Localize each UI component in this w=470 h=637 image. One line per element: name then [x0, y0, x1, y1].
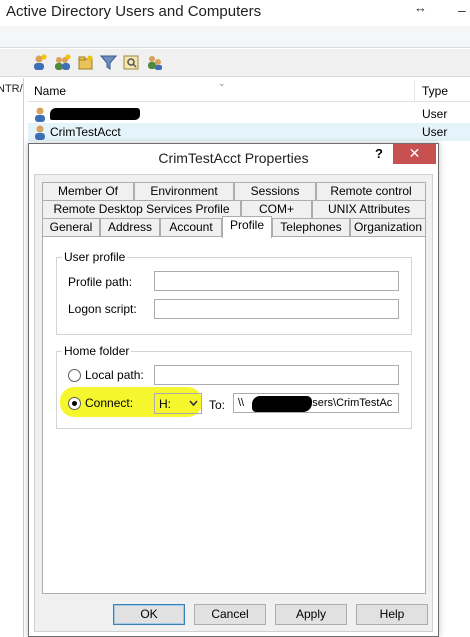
tab-address[interactable]: Address [100, 218, 160, 236]
radio-selected-dot [72, 401, 77, 406]
sort-caret-icon: ⌄ [218, 78, 226, 88]
new-ou-icon[interactable] [77, 54, 94, 71]
local-path-input[interactable] [154, 365, 399, 385]
tab-unix-attributes[interactable]: UNIX Attributes [312, 200, 426, 218]
redaction-mark [252, 396, 312, 412]
help-icon[interactable]: ? [371, 146, 387, 164]
logon-script-label: Logon script: [68, 302, 137, 316]
list-item-type: User [422, 125, 448, 139]
tab-sessions[interactable]: Sessions [234, 182, 316, 200]
column-header-type[interactable]: Type [422, 84, 448, 98]
list-item-name: CrimTestAcct [50, 125, 121, 139]
delegate-control-icon[interactable] [146, 54, 163, 71]
list-item-type: User [422, 107, 448, 121]
tab-account[interactable]: Account [160, 218, 222, 236]
tab-general[interactable]: General [42, 218, 100, 236]
drive-select[interactable]: H: [154, 393, 202, 414]
to-label: To: [209, 398, 226, 412]
new-user-icon[interactable] [31, 54, 48, 71]
logon-script-input[interactable] [154, 299, 399, 319]
close-button[interactable]: ✕ [393, 144, 436, 164]
apply-button[interactable]: Apply [275, 604, 347, 625]
connect-label: Connect: [85, 396, 134, 410]
path-suffix: users\CrimTestAc [306, 397, 393, 409]
cancel-button[interactable]: Cancel [194, 604, 266, 625]
tab-profile[interactable]: Profile [222, 216, 272, 238]
home-folder-legend: Home folder [62, 344, 132, 358]
path-prefix: \\ [238, 397, 245, 409]
toolbar [0, 49, 470, 77]
tab-remote-control[interactable]: Remote control [316, 182, 426, 200]
menu-bar [0, 26, 470, 48]
user-profile-legend: User profile [62, 250, 128, 264]
profile-path-label: Profile path: [68, 275, 133, 289]
ok-button[interactable]: OK [113, 604, 185, 625]
help-button[interactable]: Help [356, 604, 428, 625]
user-icon [35, 125, 45, 140]
resize-icon[interactable]: ↔ [414, 0, 427, 15]
list-header: ⌄ Name Type [28, 78, 470, 102]
connect-radio[interactable] [68, 397, 81, 410]
tree-node-label[interactable]: NTR/ [0, 83, 23, 95]
tab-environment[interactable]: Environment [134, 182, 234, 200]
minimize-icon[interactable]: – [458, 2, 466, 18]
column-divider[interactable] [414, 80, 415, 102]
tab-organization[interactable]: Organization [350, 218, 426, 236]
drive-select-value: H: [159, 397, 171, 411]
app-title: Active Directory Users and Computers [6, 3, 262, 20]
local-path-radio[interactable] [68, 369, 81, 382]
list-item[interactable]: User [28, 105, 470, 123]
new-group-icon[interactable] [54, 54, 71, 71]
tab-remote-desktop-profile[interactable]: Remote Desktop Services Profile [42, 200, 241, 218]
redaction-mark [50, 108, 140, 120]
tab-telephones[interactable]: Telephones [272, 218, 350, 236]
find-icon[interactable] [123, 54, 140, 71]
tree-pane[interactable]: NTR/ [0, 78, 24, 637]
user-profile-group [56, 257, 412, 335]
dialog-titlebar[interactable]: CrimTestAcct Properties ? ✕ [29, 144, 438, 174]
profile-path-input[interactable] [154, 271, 399, 291]
list-item-selected[interactable]: CrimTestAcct User [28, 123, 470, 141]
chevron-down-icon [189, 400, 198, 407]
column-header-name[interactable]: Name [34, 84, 66, 98]
local-path-label: Local path: [85, 368, 144, 382]
filter-icon[interactable] [100, 54, 117, 71]
tab-member-of[interactable]: Member Of [42, 182, 134, 200]
user-icon [35, 107, 45, 122]
app-titlebar: Active Directory Users and Computers ↔ – [0, 0, 470, 26]
